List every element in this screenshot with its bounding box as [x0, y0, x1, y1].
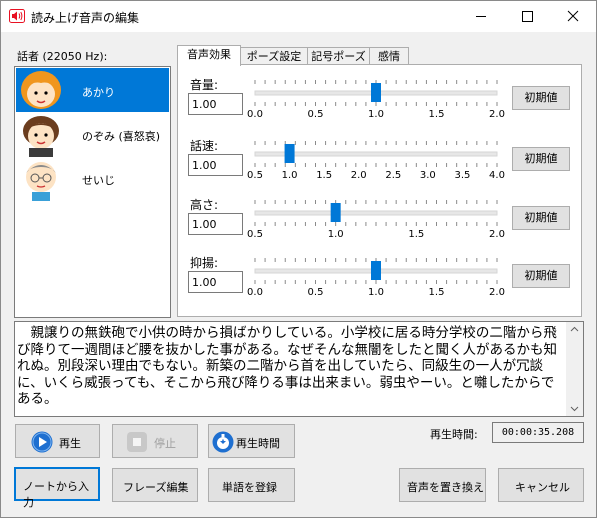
slider-thumb[interactable] [330, 203, 341, 222]
speaker-name: のぞみ (喜怒哀) [82, 130, 161, 143]
playback-time-button[interactable]: 再生時間 [208, 424, 295, 458]
seiji-avatar-icon [26, 162, 56, 201]
tick-label: 1.0 [327, 229, 344, 240]
volume-label: 音量: [190, 78, 219, 92]
tick-label: 2.0 [489, 109, 505, 120]
tick-label: 1.0 [368, 109, 384, 120]
minimize-icon [476, 16, 486, 17]
akari-avatar-icon [21, 71, 61, 109]
tab-pause-settings[interactable]: ポーズ設定 [240, 47, 308, 65]
speed-reset-button[interactable]: 初期値 [512, 147, 570, 171]
tick-label: 1.5 [428, 287, 445, 298]
phrase-edit-label: フレーズ編集 [123, 481, 189, 494]
phrase-edit-button[interactable]: フレーズ編集 [112, 468, 198, 502]
tick-label: 1.0 [368, 287, 384, 298]
time-label: 再生時間: [430, 428, 478, 441]
close-button[interactable] [550, 1, 596, 32]
tick-label: 3.0 [419, 170, 436, 181]
tick-label: 1.5 [408, 229, 425, 240]
tab-emotion[interactable]: 感情 [369, 47, 409, 65]
tick-label: 1.5 [316, 170, 333, 181]
speaker-name: せいじ [82, 174, 115, 187]
intonation-label: 抑揚: [190, 256, 219, 270]
volume-slider[interactable] [247, 78, 509, 108]
maximize-button[interactable] [504, 1, 550, 32]
nozomi-avatar-icon [23, 116, 59, 157]
speed-slider[interactable] [247, 139, 509, 169]
pitch-slider[interactable] [247, 198, 509, 228]
slider-thumb[interactable] [284, 144, 295, 163]
speaker-item-nozomi[interactable]: のぞみ (喜怒哀) [16, 112, 169, 157]
stopwatch-icon [212, 431, 234, 453]
tick-label: 2.5 [385, 170, 402, 181]
stop-icon [127, 432, 147, 452]
volume-input[interactable]: 1.00 [188, 93, 243, 115]
tick-label: 2.0 [489, 229, 505, 240]
register-word-button[interactable]: 単語を登録 [208, 468, 295, 502]
replace-voice-button[interactable]: 音声を置き換え [399, 468, 486, 502]
replace-voice-label: 音声を置き換え [407, 481, 484, 494]
note-input-button[interactable]: ノートから入力 [14, 467, 100, 509]
tick-label: 0.5 [247, 170, 263, 181]
window-title: 読み上げ音声の編集 [31, 11, 140, 25]
speed-input[interactable]: 1.00 [188, 154, 243, 176]
tick-label: 1.5 [428, 109, 445, 120]
title-bar: 読み上げ音声の編集 [1, 1, 596, 32]
minimize-button[interactable] [458, 1, 504, 32]
tick-label: 2.0 [489, 287, 505, 298]
tab-symbol-pause[interactable]: 記号ポーズ [307, 47, 370, 65]
stop-button[interactable]: 停止 [112, 424, 198, 458]
cancel-button[interactable]: キャンセル [498, 468, 584, 502]
maximize-icon [522, 11, 533, 22]
slider-track [254, 210, 498, 216]
speaker-name: あかり [82, 86, 115, 99]
play-button[interactable]: 再生 [15, 424, 100, 458]
voice-edit-dialog: 読み上げ音声の編集 話者 (22050 Hz): あかり のぞみ (喜怒哀) せ… [0, 0, 597, 518]
tick-label: 0.0 [247, 287, 263, 298]
register-word-label: 単語を登録 [222, 481, 277, 494]
playback-time-label: 再生時間 [236, 437, 280, 450]
tick-label: 0.0 [247, 109, 263, 120]
vertical-scrollbar[interactable] [566, 322, 583, 416]
cancel-label: キャンセル [515, 481, 570, 494]
intonation-slider[interactable] [247, 256, 509, 286]
speaker-list[interactable]: あかり のぞみ (喜怒哀) せいじ [14, 66, 171, 318]
tick-label: 0.5 [247, 229, 263, 240]
speaker-item-seiji[interactable]: せいじ [16, 156, 169, 201]
note-input-label: ノートから入力 [23, 480, 89, 509]
speaker-item-akari[interactable]: あかり [16, 68, 169, 112]
tick-label: 2.0 [350, 170, 367, 181]
speaker-app-icon [9, 9, 25, 23]
slider-thumb[interactable] [371, 261, 381, 280]
tab-voice-effects[interactable]: 音声効果 [177, 45, 241, 66]
pitch-input[interactable]: 1.00 [188, 213, 243, 235]
speech-text[interactable]: 親譲りの無鉄砲で小供の時から損ばかりしている。小学校に居る時分学校の二階から飛び… [17, 325, 565, 408]
tick-label: 4.0 [489, 170, 505, 181]
text-editor[interactable]: 親譲りの無鉄砲で小供の時から損ばかりしている。小学校に居る時分学校の二階から飛び… [14, 321, 584, 417]
speed-label: 話速: [190, 139, 219, 153]
tick-label: 3.5 [454, 170, 471, 181]
slider-thumb[interactable] [371, 83, 381, 102]
play-label: 再生 [59, 437, 81, 450]
speaker-list-label: 話者 (22050 Hz): [17, 50, 108, 63]
close-icon [567, 10, 579, 22]
intonation-reset-button[interactable]: 初期値 [512, 264, 570, 288]
stop-label: 停止 [154, 437, 176, 450]
pitch-reset-button[interactable]: 初期値 [512, 206, 570, 230]
volume-reset-button[interactable]: 初期値 [512, 86, 570, 110]
scroll-arrows-icon [570, 326, 579, 412]
play-icon [31, 431, 53, 453]
intonation-input[interactable]: 1.00 [188, 271, 243, 293]
tick-label: 0.5 [307, 109, 324, 120]
tick-label: 0.5 [307, 287, 324, 298]
tick-label: 1.0 [281, 170, 298, 181]
pitch-label: 高さ: [190, 198, 219, 212]
time-value: 00:00:35.208 [492, 422, 584, 443]
